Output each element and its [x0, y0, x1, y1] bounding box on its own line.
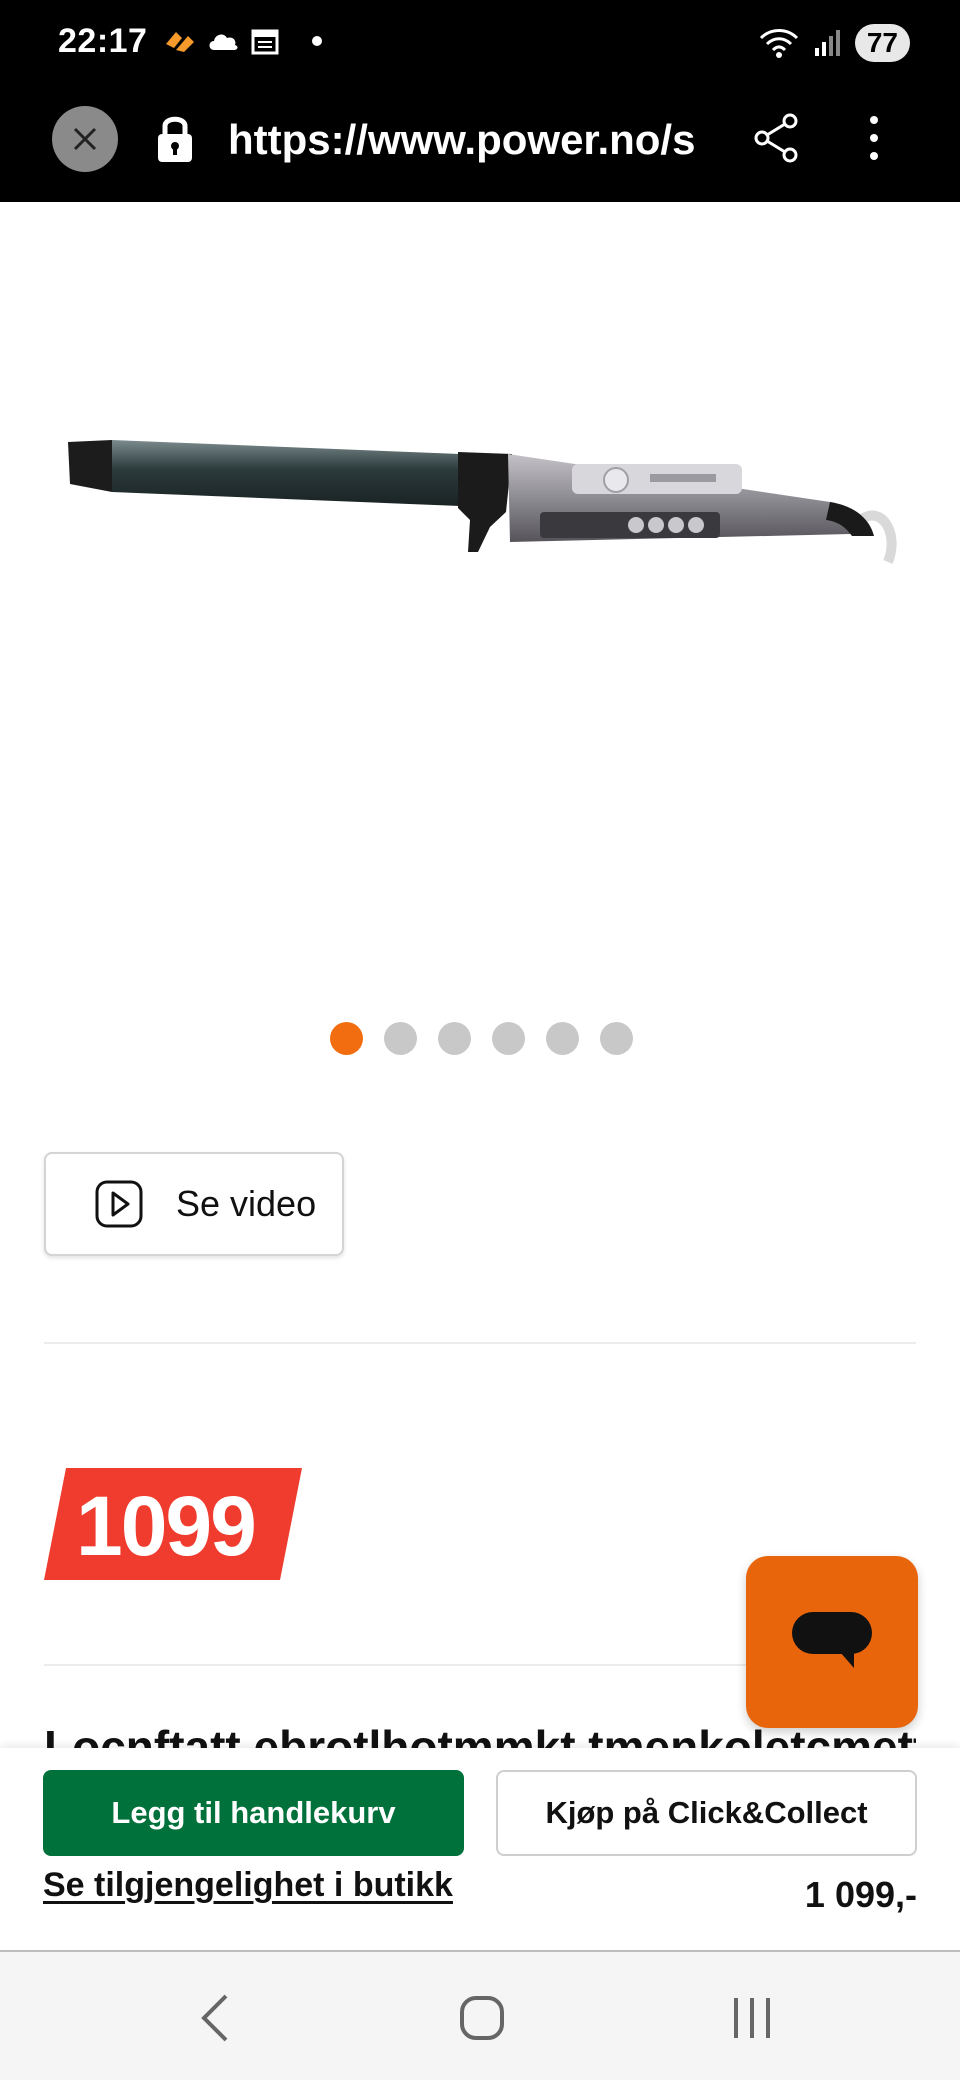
image-carousel-dots	[330, 1022, 633, 1055]
price-badge: 1099	[44, 1468, 302, 1580]
click-and-collect-button[interactable]: Kjøp på Click&Collect	[496, 1770, 917, 1856]
purchase-actions-panel: Legg til handlekurv Kjøp på Click&Collec…	[0, 1748, 960, 1950]
battery-indicator: 77	[854, 24, 910, 62]
carousel-dot-6[interactable]	[600, 1022, 633, 1055]
carousel-dot-1[interactable]	[330, 1022, 363, 1055]
status-bar: 22:17 77	[0, 0, 960, 90]
more-options-icon[interactable]	[862, 110, 886, 166]
system-nav-bar	[0, 1950, 960, 2080]
browser-toolbar: https://www.power.no/s	[0, 90, 960, 202]
app-notification-icon	[166, 32, 194, 52]
calendar-icon	[251, 29, 279, 55]
bottom-price: 1 099,-	[804, 1874, 917, 1915]
play-icon	[95, 1180, 143, 1228]
chat-bubble-icon	[792, 1612, 872, 1668]
share-icon[interactable]	[752, 112, 800, 164]
carousel-dot-4[interactable]	[492, 1022, 525, 1055]
see-video-label: Se video	[176, 1183, 317, 1224]
chat-button[interactable]	[746, 1556, 918, 1728]
store-availability-link[interactable]: Se tilgjengelighet i butikk	[43, 1866, 453, 1905]
url-address[interactable]: https://www.power.no/s	[228, 116, 718, 164]
signal-icon	[814, 30, 840, 56]
divider	[44, 1342, 916, 1344]
more-notifications-dot	[312, 36, 322, 46]
system-icons: 77	[759, 24, 910, 62]
see-video-button[interactable]: Se video	[44, 1152, 344, 1256]
close-tab-button[interactable]	[52, 106, 118, 172]
status-time: 22:17	[58, 22, 148, 60]
wifi-icon	[759, 29, 798, 58]
carousel-dot-3[interactable]	[438, 1022, 471, 1055]
cloud-icon	[209, 34, 238, 50]
price-badge-value: 1099	[76, 1479, 257, 1573]
carousel-dot-2[interactable]	[384, 1022, 417, 1055]
lock-icon[interactable]	[155, 112, 195, 164]
product-image[interactable]	[0, 202, 960, 992]
carousel-dot-5[interactable]	[546, 1022, 579, 1055]
home-icon[interactable]	[458, 1992, 506, 2044]
notification-icons	[162, 26, 322, 56]
back-icon[interactable]	[196, 1992, 236, 2044]
close-icon	[73, 127, 97, 151]
add-to-cart-button[interactable]: Legg til handlekurv	[43, 1770, 464, 1856]
recents-icon[interactable]	[730, 1996, 774, 2040]
